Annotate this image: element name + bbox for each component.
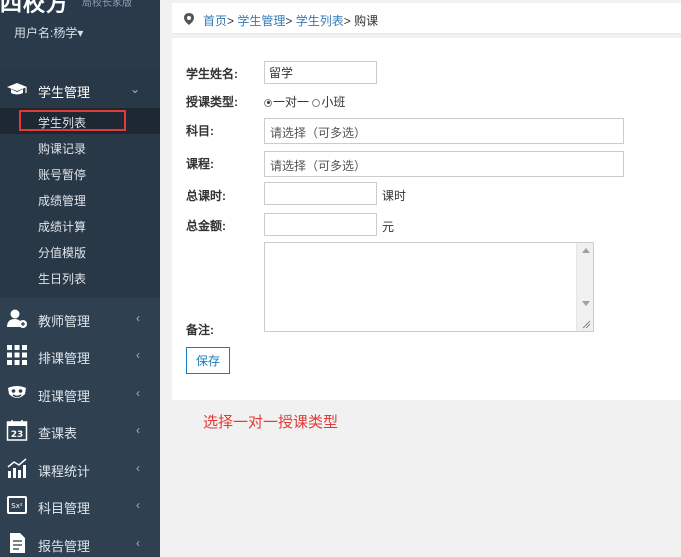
hours-unit: 课时 <box>382 189 407 203</box>
submenu-label: 账号暂停 <box>38 168 87 182</box>
menu-course-statistics[interactable]: 课程统计 ‹ <box>0 449 160 487</box>
radio-small-class[interactable] <box>312 98 321 107</box>
submenu-label: 成绩管理 <box>38 194 87 208</box>
course-placeholder: 请选择（可多选） <box>270 159 367 173</box>
logo: 四校方 <box>0 0 70 17</box>
menu-subject-management[interactable]: Sx² 科目管理 ‹ <box>0 486 160 524</box>
lesson-type-radio-group: 一对一 小班 <box>264 93 345 110</box>
menu-teacher-management[interactable]: 教师管理 ‹ <box>0 299 160 337</box>
student-name-label: 学生姓名: <box>186 67 238 81</box>
course-select[interactable]: 请选择（可多选） <box>264 151 624 177</box>
lesson-type-label: 授课类型: <box>186 95 238 109</box>
breadcrumb-current: 购课 <box>354 14 379 28</box>
amount-unit: 元 <box>382 220 395 234</box>
purchase-form: 学生姓名: 授课类型: 一对一 小班 科目: 请选择（可多选） 课程: 请选择（… <box>172 38 681 400</box>
chevron-left-icon: ‹ <box>136 498 140 512</box>
menu-student-management-label: 学生管理 <box>38 85 91 100</box>
menu-label: 教师管理 <box>38 314 91 329</box>
teacher-icon <box>7 309 27 328</box>
subject-label: 科目: <box>186 124 214 138</box>
menu-schedule-management[interactable]: 排课管理 ‹ <box>0 336 160 374</box>
menu-timetable[interactable]: 23 查课表 ‹ <box>0 411 160 449</box>
resize-grip-icon[interactable] <box>582 320 591 329</box>
submenu-purchase-records[interactable]: 购课记录 <box>0 134 160 160</box>
breadcrumb-home[interactable]: 首页 <box>203 14 227 28</box>
sidebar-header: 四校方 局校长家版 用户名:杨学▾ <box>0 0 160 70</box>
instruction-annotation: 选择一对一授课类型 <box>203 414 339 431</box>
calendar-day: 23 <box>11 430 24 440</box>
chevron-down-icon: ⌄ <box>129 82 140 96</box>
menu-label: 报告管理 <box>38 539 91 554</box>
chevron-left-icon: ‹ <box>136 386 140 400</box>
breadcrumb-sep: > <box>343 14 351 28</box>
submenu-label: 生日列表 <box>38 272 87 286</box>
scroll-up-icon[interactable] <box>582 248 590 253</box>
save-button[interactable]: 保存 <box>186 347 230 374</box>
submenu-label: 分值模版 <box>38 246 87 260</box>
submenu-account-suspend[interactable]: 账号暂停 <box>0 160 160 186</box>
student-submenu: 学生列表 购课记录 账号暂停 成绩管理 成绩计算 分值模版 生日列表 <box>0 108 160 298</box>
notes-textarea[interactable] <box>264 242 594 332</box>
radio-small-class-label: 小班 <box>321 95 346 109</box>
subject-placeholder: 请选择（可多选） <box>270 126 367 140</box>
submenu-label: 购课记录 <box>38 142 87 156</box>
chevron-left-icon: ‹ <box>136 423 140 437</box>
chevron-left-icon: ‹ <box>136 311 140 325</box>
breadcrumb: 首页> 学生管理> 学生列表> 购课 <box>172 3 681 34</box>
menu-label: 排课管理 <box>38 351 91 366</box>
grid-icon <box>7 345 27 365</box>
menu-class-management[interactable]: 班课管理 ‹ <box>0 374 160 412</box>
menu-label: 科目管理 <box>38 501 91 516</box>
menu-label: 课程统计 <box>38 464 91 479</box>
submenu-label: 成绩计算 <box>38 220 87 234</box>
chevron-left-icon: ‹ <box>136 536 140 550</box>
logo-subtitle: 局校长家版 <box>82 0 132 9</box>
total-amount-label: 总金额: <box>186 219 226 233</box>
menu-label: 查课表 <box>38 426 78 441</box>
user-menu[interactable]: 用户名:杨学▾ <box>14 24 83 41</box>
formula-icon: Sx² <box>7 496 27 514</box>
total-hours-input[interactable] <box>264 182 377 205</box>
course-label: 课程: <box>186 157 214 171</box>
mask-icon <box>8 386 26 398</box>
chevron-left-icon: ‹ <box>136 348 140 362</box>
radio-one-on-one-label: 一对一 <box>273 95 310 109</box>
menu-report-management[interactable]: 报告管理 ‹ <box>0 524 160 557</box>
student-name-input[interactable] <box>264 61 377 84</box>
map-marker-icon <box>184 13 194 25</box>
menu-label: 班课管理 <box>38 389 91 404</box>
breadcrumb-student-list[interactable]: 学生列表 <box>296 14 344 28</box>
formula-text: Sx² <box>11 502 23 510</box>
submenu-score-template[interactable]: 分值模版 <box>0 238 160 264</box>
report-icon <box>10 533 25 553</box>
submenu-grade-calculation[interactable]: 成绩计算 <box>0 212 160 238</box>
chevron-left-icon: ‹ <box>136 461 140 475</box>
total-amount-input[interactable] <box>264 213 377 236</box>
scroll-down-icon[interactable] <box>582 301 590 306</box>
notes-label: 备注: <box>186 323 214 337</box>
graduation-cap-icon <box>7 83 27 95</box>
calendar-icon: 23 <box>6 420 28 441</box>
radio-one-on-one[interactable] <box>264 98 272 107</box>
total-hours-label: 总课时: <box>186 189 226 203</box>
breadcrumb-trail: 首页> 学生管理> 学生列表> 购课 <box>203 12 378 29</box>
submenu-grade-management[interactable]: 成绩管理 <box>0 186 160 212</box>
main-content: 首页> 学生管理> 学生列表> 购课 学生姓名: 授课类型: 一对一 小班 科目… <box>172 0 681 557</box>
sidebar: 四校方 局校长家版 用户名:杨学▾ 学生管理 ⌄ 学生列表 购课记录 账号暂停 … <box>0 0 160 557</box>
breadcrumb-sep: > <box>285 14 293 28</box>
submenu-birthday-list[interactable]: 生日列表 <box>0 264 160 290</box>
breadcrumb-sep: > <box>227 14 235 28</box>
textarea-scrollbar[interactable] <box>576 243 593 331</box>
breadcrumb-student-management[interactable]: 学生管理 <box>237 14 285 28</box>
subject-select[interactable]: 请选择（可多选） <box>264 118 624 144</box>
annotation-highlight-box <box>19 110 126 131</box>
menu-student-management[interactable]: 学生管理 ⌄ <box>0 70 160 108</box>
chart-icon <box>7 458 27 478</box>
